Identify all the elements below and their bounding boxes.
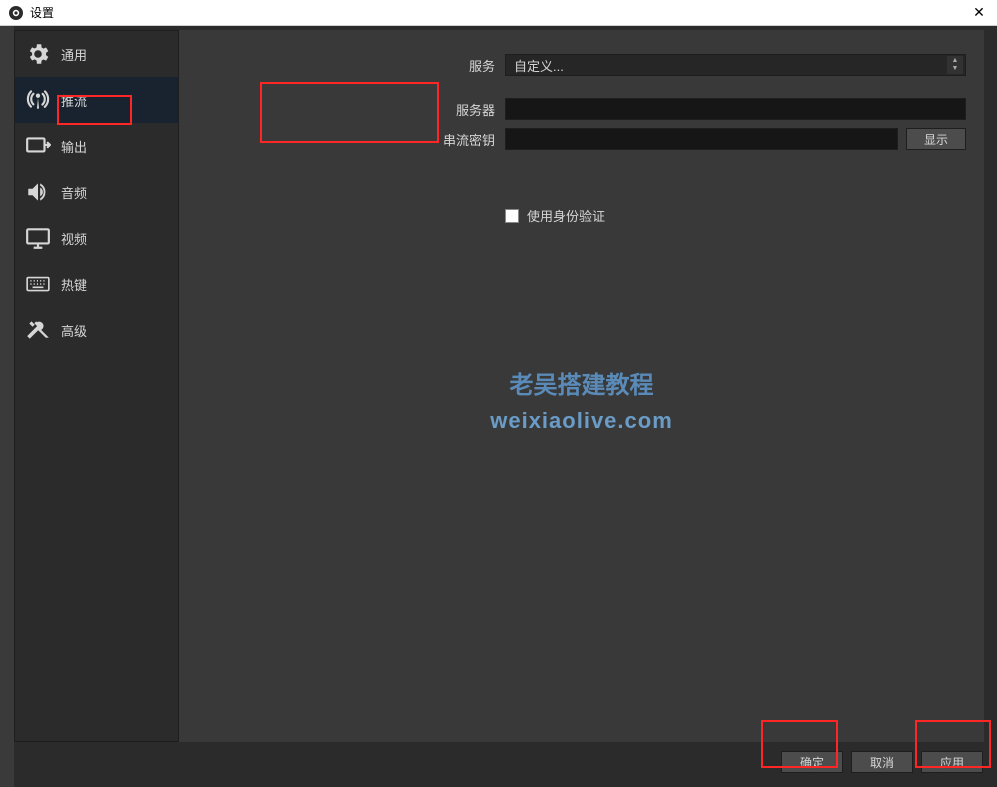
sidebar-item-advanced[interactable]: 高级 xyxy=(15,307,178,353)
sidebar: 通用 推流 输出 音频 视频 xyxy=(14,30,179,742)
watermark-line2: weixiaolive.com xyxy=(490,408,673,434)
window-title: 设置 xyxy=(30,4,54,21)
apply-button[interactable]: 应用 xyxy=(921,751,983,773)
antenna-icon xyxy=(23,85,53,115)
sidebar-item-label: 推流 xyxy=(61,91,87,110)
sidebar-item-general[interactable]: 通用 xyxy=(15,31,178,77)
keyboard-icon xyxy=(23,269,53,299)
monitor-icon xyxy=(23,223,53,253)
sidebar-item-label: 音频 xyxy=(61,183,87,202)
sidebar-item-label: 输出 xyxy=(61,137,87,156)
sidebar-item-video[interactable]: 视频 xyxy=(15,215,178,261)
row-service: 服务 自定义... ▲▼ xyxy=(179,54,984,76)
stream-key-label: 串流密钥 xyxy=(179,130,505,149)
titlebar: 设置 ✕ xyxy=(0,0,997,26)
server-input[interactable] xyxy=(505,98,966,120)
watermark: 老吴搭建教程 weixiaolive.com xyxy=(490,365,673,434)
speaker-icon xyxy=(23,177,53,207)
ok-button[interactable]: 确定 xyxy=(781,751,843,773)
service-value: 自定义... xyxy=(514,56,564,75)
output-icon xyxy=(23,131,53,161)
footer-buttons: 确定 取消 应用 xyxy=(781,751,983,773)
server-label: 服务器 xyxy=(179,100,505,119)
dialog-body: 通用 推流 输出 音频 视频 xyxy=(14,30,984,742)
sidebar-item-hotkeys[interactable]: 热键 xyxy=(15,261,178,307)
stream-key-input[interactable] xyxy=(505,128,898,150)
select-arrows-icon: ▲▼ xyxy=(947,56,963,74)
app-icon xyxy=(8,5,24,21)
close-button[interactable]: ✕ xyxy=(969,4,989,21)
use-auth-checkbox[interactable] xyxy=(505,209,519,223)
sidebar-item-label: 视频 xyxy=(61,229,87,248)
sidebar-item-stream[interactable]: 推流 xyxy=(15,77,178,123)
tools-icon xyxy=(23,315,53,345)
show-key-button[interactable]: 显示 xyxy=(906,128,966,150)
left-edge xyxy=(0,26,14,787)
sidebar-item-label: 高级 xyxy=(61,321,87,340)
cancel-button[interactable]: 取消 xyxy=(851,751,913,773)
service-select[interactable]: 自定义... ▲▼ xyxy=(505,54,966,76)
sidebar-item-label: 通用 xyxy=(61,45,87,64)
sidebar-item-label: 热键 xyxy=(61,275,87,294)
gear-icon xyxy=(23,39,53,69)
row-stream-key: 串流密钥 显示 xyxy=(179,128,984,150)
row-server: 服务器 xyxy=(179,98,984,120)
row-use-auth: 使用身份验证 xyxy=(179,206,984,225)
sidebar-item-output[interactable]: 输出 xyxy=(15,123,178,169)
main-panel: 服务 自定义... ▲▼ 服务器 串流密钥 显示 xyxy=(179,30,984,742)
sidebar-item-audio[interactable]: 音频 xyxy=(15,169,178,215)
service-label: 服务 xyxy=(179,56,505,75)
watermark-line1: 老吴搭建教程 xyxy=(490,365,673,400)
use-auth-label: 使用身份验证 xyxy=(527,206,605,225)
